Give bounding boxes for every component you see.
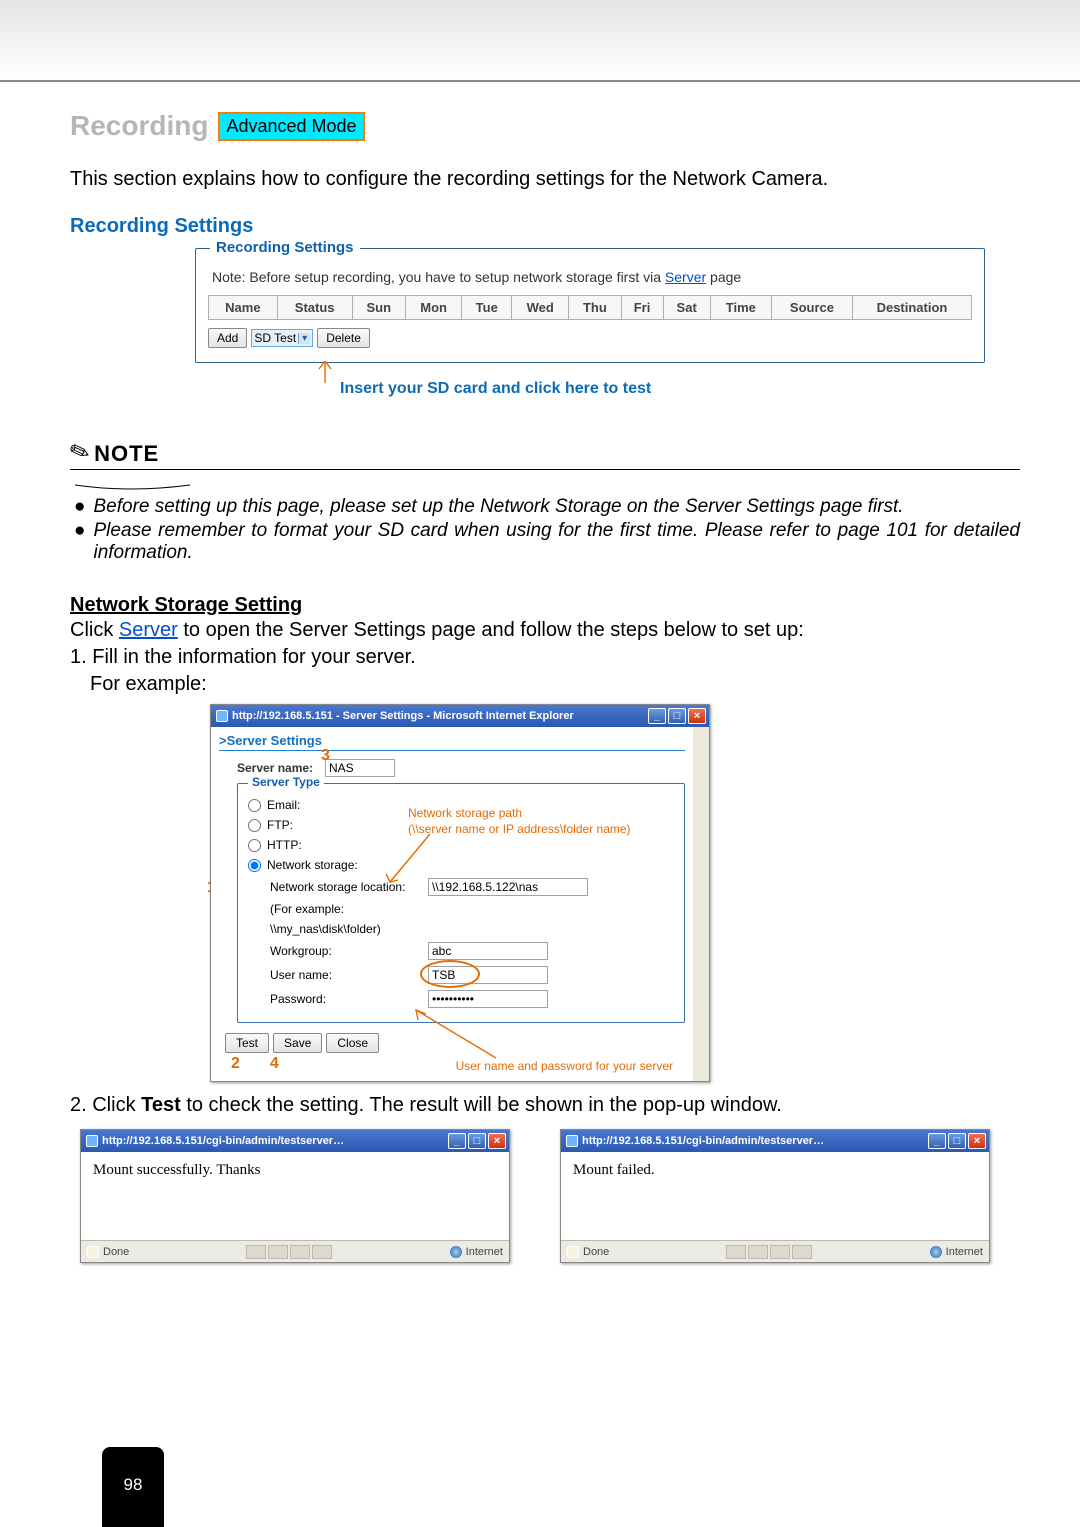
recording-settings-heading: Recording Settings bbox=[70, 215, 1020, 238]
col-source: Source bbox=[771, 296, 852, 320]
globe-icon bbox=[930, 1246, 942, 1258]
http-radio[interactable] bbox=[248, 839, 261, 852]
password-label: Password: bbox=[270, 992, 420, 1006]
close-button[interactable]: × bbox=[488, 1133, 506, 1149]
maximize-button[interactable]: □ bbox=[468, 1133, 486, 1149]
page-title: Recording bbox=[70, 110, 208, 142]
page-icon bbox=[567, 1246, 579, 1258]
maximize-button[interactable]: □ bbox=[668, 708, 686, 724]
fail-popup: http://192.168.5.151/cgi-bin/admin/tests… bbox=[560, 1129, 990, 1263]
ns-example-label-2: \\my_nas\disk\folder) bbox=[270, 922, 420, 936]
http-option-label: HTTP: bbox=[267, 838, 302, 852]
network-storage-radio[interactable] bbox=[248, 859, 261, 872]
minimize-button[interactable]: _ bbox=[448, 1133, 466, 1149]
ns-example-label-1: (For example: bbox=[270, 902, 420, 916]
for-example-text: For example: bbox=[90, 673, 207, 695]
intro-text: This section explains how to configure t… bbox=[70, 168, 1020, 191]
save-button[interactable]: Save bbox=[273, 1033, 322, 1053]
delete-button[interactable]: Delete bbox=[317, 328, 370, 348]
status-internet: Internet bbox=[946, 1246, 983, 1258]
workgroup-label: Workgroup: bbox=[270, 944, 420, 958]
ie-icon bbox=[86, 1135, 98, 1147]
ftp-option-label: FTP: bbox=[267, 818, 293, 832]
test-bold: Test bbox=[141, 1094, 181, 1116]
page-number: 98 bbox=[102, 1447, 164, 1527]
callout-number-3: 3 bbox=[321, 747, 330, 765]
test-button[interactable]: Test bbox=[225, 1033, 269, 1053]
recording-table: Name Status Sun Mon Tue Wed Thu Fri Sat … bbox=[208, 295, 972, 320]
col-mon: Mon bbox=[405, 296, 461, 320]
col-fri: Fri bbox=[621, 296, 663, 320]
ie-icon bbox=[216, 710, 228, 722]
email-radio[interactable] bbox=[248, 799, 261, 812]
page-icon bbox=[87, 1246, 99, 1258]
popup-success-body: Mount successfully. Thanks bbox=[81, 1152, 509, 1240]
recording-select[interactable]: SD Test ▾ bbox=[251, 329, 313, 347]
window-title: http://192.168.5.151 - Server Settings -… bbox=[232, 710, 574, 722]
callout-number-4: 4 bbox=[270, 1055, 279, 1073]
close-button[interactable]: × bbox=[688, 708, 706, 724]
recording-select-value: SD Test bbox=[254, 331, 296, 345]
col-sat: Sat bbox=[663, 296, 710, 320]
sd-test-hint: Insert your SD card and click here to te… bbox=[340, 380, 985, 398]
minimize-button[interactable]: _ bbox=[648, 708, 666, 724]
recording-settings-note: Note: Before setup recording, you have t… bbox=[212, 269, 968, 285]
col-wed: Wed bbox=[512, 296, 569, 320]
popup-title-success: http://192.168.5.151/cgi-bin/admin/tests… bbox=[102, 1135, 344, 1147]
workgroup-input[interactable] bbox=[428, 942, 548, 960]
note-item-1: Before setting up this page, please set … bbox=[93, 496, 903, 518]
col-status: Status bbox=[277, 296, 352, 320]
status-internet: Internet bbox=[466, 1246, 503, 1258]
popup-title-fail: http://192.168.5.151/cgi-bin/admin/tests… bbox=[582, 1135, 824, 1147]
callout-username-password: User name and password for your server bbox=[456, 1059, 673, 1073]
chevron-down-icon: ▾ bbox=[298, 333, 310, 344]
ie-icon bbox=[566, 1135, 578, 1147]
username-label: User name: bbox=[270, 968, 420, 982]
server-settings-window: http://192.168.5.151 - Server Settings -… bbox=[210, 704, 710, 1082]
recording-settings-legend: Recording Settings bbox=[210, 239, 360, 256]
server-name-input[interactable] bbox=[325, 759, 395, 777]
note-heading: NOTE bbox=[94, 441, 159, 467]
server-page-link[interactable]: Server bbox=[665, 269, 706, 285]
note-item-2: Please remember to format your SD card w… bbox=[93, 520, 1020, 564]
close-server-button[interactable]: Close bbox=[326, 1033, 379, 1053]
ftp-radio[interactable] bbox=[248, 819, 261, 832]
maximize-button[interactable]: □ bbox=[948, 1133, 966, 1149]
recording-settings-panel: Recording Settings Note: Before setup re… bbox=[195, 248, 985, 363]
server-link[interactable]: Server bbox=[119, 619, 178, 641]
col-name: Name bbox=[209, 296, 278, 320]
close-button[interactable]: × bbox=[968, 1133, 986, 1149]
callout-number-2: 2 bbox=[231, 1055, 240, 1073]
password-input[interactable] bbox=[428, 990, 548, 1008]
network-storage-option-label: Network storage: bbox=[267, 858, 358, 872]
email-option-label: Email: bbox=[267, 798, 300, 812]
status-done: Done bbox=[583, 1246, 609, 1258]
success-popup: http://192.168.5.151/cgi-bin/admin/tests… bbox=[80, 1129, 510, 1263]
col-tue: Tue bbox=[462, 296, 512, 320]
step1-text: 1. Fill in the information for your serv… bbox=[70, 646, 416, 668]
col-destination: Destination bbox=[852, 296, 971, 320]
add-button[interactable]: Add bbox=[208, 328, 247, 348]
server-name-label: Server name: bbox=[237, 761, 317, 775]
col-thu: Thu bbox=[569, 296, 621, 320]
callout-network-storage-path-1: Network storage path bbox=[408, 806, 631, 822]
col-sun: Sun bbox=[352, 296, 405, 320]
status-done: Done bbox=[103, 1246, 129, 1258]
server-settings-heading: >Server Settings bbox=[219, 733, 685, 751]
pen-icon: ✎ bbox=[66, 435, 95, 469]
advanced-mode-badge: Advanced Mode bbox=[218, 112, 364, 141]
col-time: Time bbox=[710, 296, 771, 320]
server-type-legend: Server Type bbox=[248, 775, 324, 789]
globe-icon bbox=[450, 1246, 462, 1258]
ns-location-input[interactable] bbox=[428, 878, 588, 896]
minimize-button[interactable]: _ bbox=[928, 1133, 946, 1149]
network-storage-setting-heading: Network Storage Setting bbox=[70, 594, 1020, 617]
popup-fail-body: Mount failed. bbox=[561, 1152, 989, 1240]
